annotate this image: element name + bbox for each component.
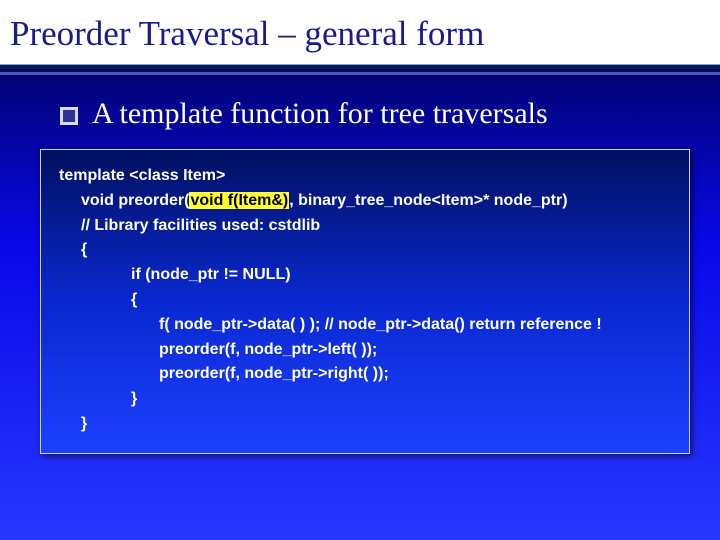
- title-bar: Preorder Traversal – general form: [0, 0, 720, 64]
- code-line: void preorder(void f(Item&), binary_tree…: [59, 189, 671, 214]
- code-text: , binary_tree_node<Item>* node_ptr): [289, 192, 567, 209]
- code-line: // Library facilities used: cstdlib: [59, 214, 671, 239]
- code-line: }: [59, 412, 671, 437]
- code-line: if (node_ptr != NULL): [59, 263, 671, 288]
- code-line: }: [59, 387, 671, 412]
- bullet-text: A template function for tree traversals: [92, 97, 548, 131]
- code-text: void preorder(: [81, 192, 189, 209]
- code-line: template <class Item>: [59, 164, 671, 189]
- square-bullet-icon: [60, 107, 78, 125]
- divider-thick: [0, 64, 720, 70]
- code-line: {: [59, 288, 671, 313]
- code-line: f( node_ptr->data( ) ); // node_ptr->dat…: [59, 313, 671, 338]
- divider: [0, 64, 720, 75]
- content-area: A template function for tree traversals …: [0, 75, 720, 454]
- code-line: {: [59, 238, 671, 263]
- code-line: preorder(f, node_ptr->right( ));: [59, 362, 671, 387]
- slide-title: Preorder Traversal – general form: [10, 14, 710, 54]
- code-block: template <class Item> void preorder(void…: [40, 149, 690, 454]
- code-line: preorder(f, node_ptr->left( ));: [59, 338, 671, 363]
- bullet-row: A template function for tree traversals: [60, 97, 680, 131]
- code-highlight: void f(Item&): [189, 192, 289, 209]
